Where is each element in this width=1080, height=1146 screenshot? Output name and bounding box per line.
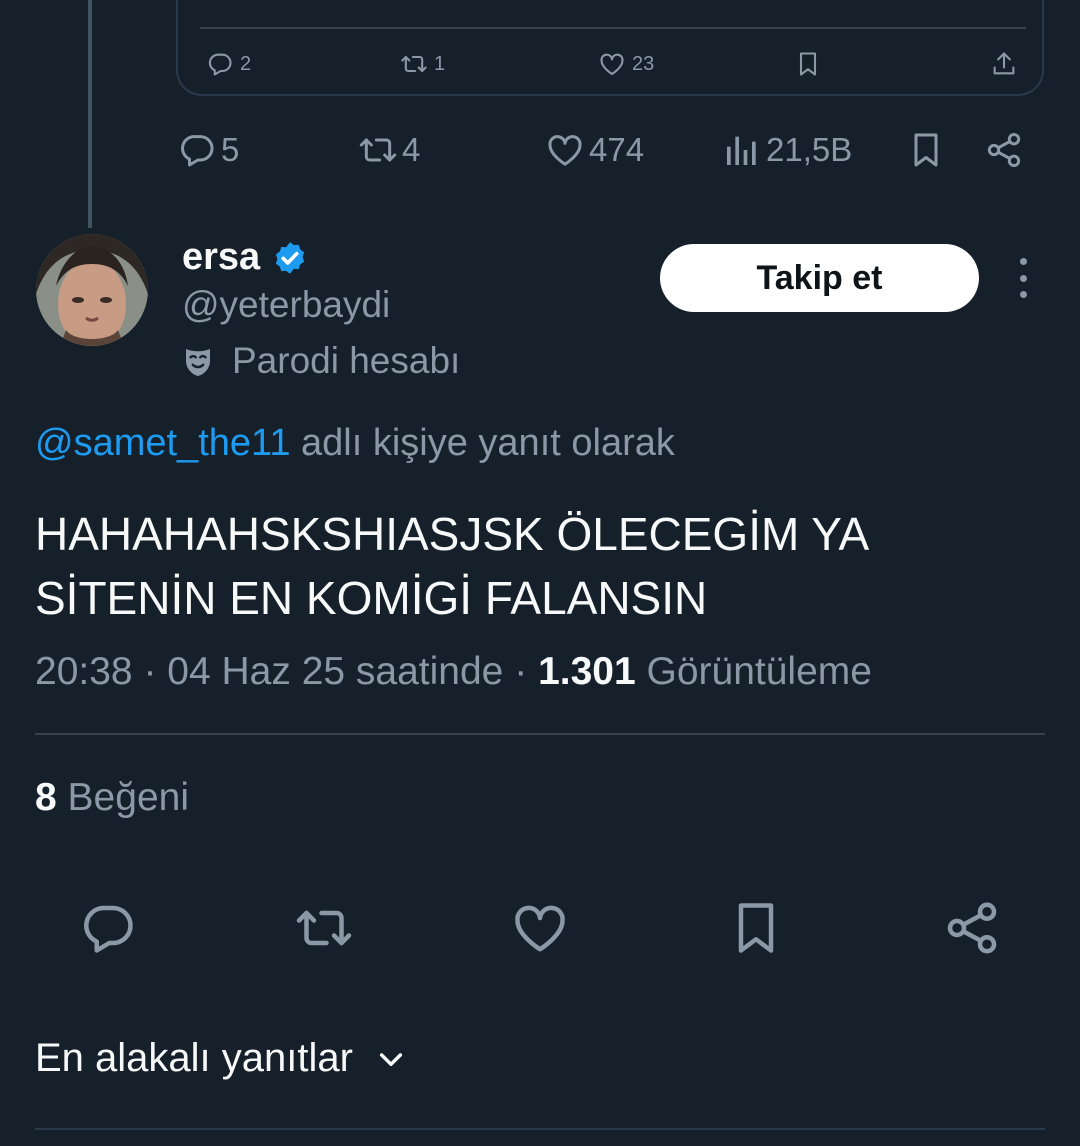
parent-retweet-count: 4	[402, 131, 421, 168]
parent-retweet-button[interactable]: 4	[358, 124, 420, 176]
like-icon	[545, 130, 585, 170]
thread-connector-line	[88, 0, 92, 228]
views-label[interactable]: Görüntüleme	[647, 650, 872, 693]
author-name[interactable]: ersa	[182, 236, 260, 279]
avatar[interactable]	[36, 234, 148, 346]
meta-separator: ·	[143, 650, 157, 693]
quoted-reply-button[interactable]: 2	[206, 44, 251, 84]
parent-views-count: 21,5B	[766, 131, 853, 168]
share-button[interactable]	[940, 896, 1004, 960]
retweet-icon	[294, 898, 354, 958]
chevron-down-icon	[379, 1052, 403, 1066]
likes-label: Beğeni	[67, 776, 189, 819]
parent-reply-button[interactable]: 5	[177, 124, 239, 176]
verified-badge-icon	[276, 241, 305, 274]
reply-context-text: adlı kişiye yanıt olarak	[290, 422, 675, 464]
replies-sort-label: En alakalı yanıtlar	[35, 1036, 353, 1080]
retweet-icon	[400, 50, 428, 78]
quoted-retweet-button[interactable]: 1	[400, 44, 445, 84]
parent-views-button[interactable]: 21,5B	[722, 124, 852, 176]
parody-mask-icon	[186, 349, 210, 376]
views-count[interactable]: 1.301	[538, 650, 636, 693]
more-icon[interactable]	[1006, 258, 1040, 298]
quoted-like-count: 23	[632, 52, 655, 75]
tweet-meta: 20:38 · 04 Haz 25 saatinde · 1.301 Görün…	[35, 650, 872, 694]
reply-icon	[206, 50, 234, 78]
upload-icon	[990, 50, 1018, 78]
bookmark-icon	[794, 50, 822, 78]
reply-icon	[78, 898, 138, 958]
parent-like-count: 474	[589, 131, 645, 168]
tweet-time[interactable]: 20:38	[35, 650, 133, 693]
like-icon	[510, 898, 570, 958]
views-icon	[722, 130, 762, 170]
reply-icon	[177, 130, 217, 170]
quoted-bookmark-button[interactable]	[794, 44, 822, 84]
likes-summary[interactable]: 8 Beğeni	[35, 776, 189, 820]
bookmark-button[interactable]	[724, 896, 788, 960]
author-handle[interactable]: @yeterbaydi	[182, 284, 390, 326]
bookmark-icon	[726, 898, 786, 958]
like-button[interactable]	[508, 896, 572, 960]
quoted-retweet-count: 1	[434, 52, 446, 75]
author-name-row[interactable]: ersa	[182, 236, 308, 279]
quoted-reply-count: 2	[240, 52, 252, 75]
share-icon	[942, 898, 1002, 958]
parent-share-button[interactable]	[984, 124, 1024, 176]
replies-sort-dropdown[interactable]: En alakalı yanıtlar	[35, 1036, 407, 1081]
like-icon	[598, 50, 626, 78]
tweet-date[interactable]: 04 Haz 25 saatinde	[167, 650, 503, 693]
retweet-icon	[358, 130, 398, 170]
parent-like-button[interactable]: 474	[545, 124, 644, 176]
divider	[35, 1128, 1045, 1130]
quoted-like-button[interactable]: 23	[598, 44, 654, 84]
meta-separator: ·	[514, 650, 528, 693]
parent-bookmark-button[interactable]	[906, 124, 946, 176]
divider	[35, 733, 1045, 735]
retweet-button[interactable]	[292, 896, 356, 960]
quoted-tweet-divider	[200, 27, 1026, 29]
parody-label: Parodi hesabı	[232, 340, 461, 381]
follow-button[interactable]: Takip et	[660, 244, 979, 312]
likes-count: 8	[35, 776, 57, 819]
parent-reply-count: 5	[221, 131, 240, 168]
share-icon	[984, 130, 1024, 170]
tweet-text: HAHAHAHSKSHIASJSK ÖLECEGİM YA SİTENİN EN…	[35, 508, 867, 624]
reply-mention-link[interactable]: @samet_the11	[35, 422, 290, 464]
avatar-photo	[36, 234, 148, 346]
reply-button[interactable]	[76, 896, 140, 960]
quoted-share-button[interactable]	[990, 44, 1018, 84]
parody-label-row: Parodi hesabı	[180, 340, 460, 382]
reply-context: @samet_the11 adlı kişiye yanıt olarak	[35, 422, 675, 465]
bookmark-icon	[906, 130, 946, 170]
